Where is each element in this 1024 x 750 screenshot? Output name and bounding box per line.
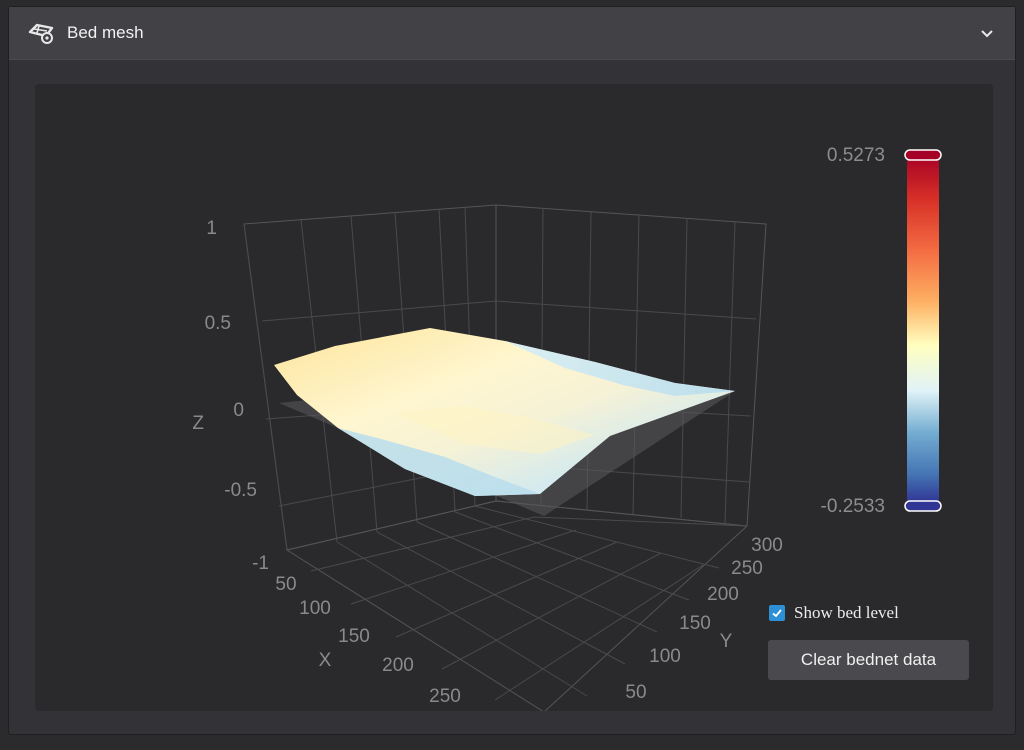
y-axis-ticks: 50 100 150 200 250 300 Y: [625, 535, 782, 703]
panel-title: Bed mesh: [67, 23, 144, 42]
x-axis-ticks: 50 100 150 200 250 X: [275, 574, 460, 707]
z-axis-ticks: 1 0.5 0 -0.5 -1 Z: [192, 218, 269, 574]
y-tick-50: 50: [625, 682, 646, 703]
z-axis-label: Z: [192, 413, 204, 434]
z-tick-0: 0: [233, 400, 244, 421]
x-axis-label: X: [319, 650, 332, 671]
show-bed-level-label: Show bed level: [794, 603, 899, 622]
check-icon: [772, 609, 782, 618]
visual-map-legend[interactable]: 0.5273 -0.2533: [821, 145, 942, 517]
x-tick-150: 150: [338, 626, 370, 647]
visual-map-max-handle[interactable]: [904, 149, 942, 161]
visual-map-min-handle[interactable]: [904, 500, 942, 512]
x-tick-50: 50: [275, 574, 296, 595]
y-tick-100: 100: [649, 646, 681, 667]
y-axis-label: Y: [720, 631, 733, 652]
visual-map-max-label: 0.5273: [827, 145, 885, 166]
bed-mesh-icon: [28, 23, 54, 44]
y-tick-150: 150: [679, 613, 711, 634]
bed-mesh-panel: Bed mesh 1 0.5 0 -0.5 -1 Z 50 100 150 20…: [8, 6, 1016, 735]
y-tick-200: 200: [707, 584, 739, 605]
panel-header[interactable]: Bed mesh: [9, 7, 1015, 60]
x-tick-250: 250: [429, 686, 461, 707]
z-tick-0.5: 0.5: [205, 313, 231, 334]
z-tick-minus-1: -1: [252, 553, 269, 574]
show-bed-level-checkbox[interactable]: [769, 605, 785, 621]
z-tick-1: 1: [206, 218, 217, 239]
y-tick-250: 250: [731, 558, 763, 579]
visual-map-min-label: -0.2533: [821, 496, 885, 517]
bed-mesh-surface: [274, 328, 735, 496]
visual-map-gradient-bar: [907, 154, 939, 502]
x-tick-100: 100: [299, 598, 331, 619]
y-tick-300: 300: [751, 535, 783, 556]
show-bed-level-row[interactable]: Show bed level: [769, 603, 899, 623]
chevron-down-icon[interactable]: [979, 25, 995, 41]
clear-bednet-data-button[interactable]: Clear bednet data: [768, 640, 969, 680]
z-tick-minus-0.5: -0.5: [224, 480, 257, 501]
x-tick-200: 200: [382, 655, 414, 676]
